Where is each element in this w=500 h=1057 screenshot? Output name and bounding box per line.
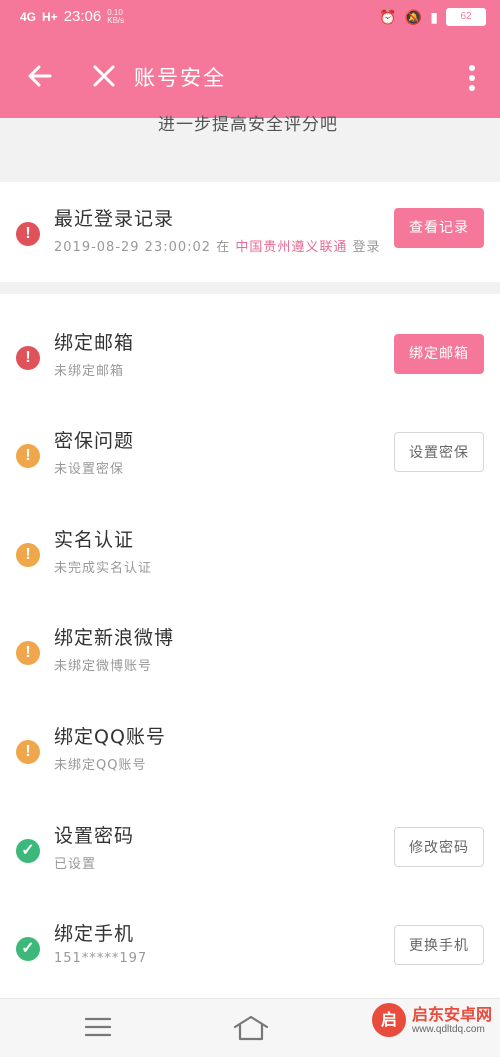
status-time: 23:06	[63, 8, 102, 25]
security-tip: 进一步提高安全评分吧	[158, 115, 338, 135]
back-arrow-icon[interactable]	[24, 60, 56, 92]
list-item-weibo[interactable]: ! 绑定新浪微博 未绑定微博账号	[0, 599, 500, 697]
list-item-security-question: ! 密保问题 未设置密保 设置密保	[0, 402, 500, 500]
list-item-email: ! 绑定邮箱 未绑定邮箱 绑定邮箱	[0, 304, 500, 402]
item-title: 绑定手机	[54, 923, 135, 945]
security-items-card: ! 绑定邮箱 未绑定邮箱 绑定邮箱 ! 密保问题 未设置密保 设置密保 ! 实名…	[0, 294, 500, 998]
mute-icon: 🔕	[404, 8, 423, 25]
view-records-button[interactable]: 查看记录	[394, 208, 484, 248]
item-subtitle: 未设置密保	[54, 462, 125, 477]
watermark-name: 启东安卓网	[411, 1004, 492, 1024]
menu-icon[interactable]	[84, 1015, 112, 1039]
item-title: 实名认证	[54, 529, 135, 551]
change-phone-button[interactable]: 更换手机	[394, 925, 484, 965]
tip-area: 进一步提高安全评分吧	[0, 115, 500, 182]
list-item-password: ✓ 设置密码 已设置 修改密码	[0, 797, 500, 895]
app-toolbar: 账号安全	[0, 38, 500, 118]
network-speed: 0.10 KB/s	[107, 7, 125, 25]
bind-email-button[interactable]: 绑定邮箱	[394, 334, 484, 374]
home-icon[interactable]	[232, 1013, 270, 1043]
caution-icon: !	[16, 444, 40, 468]
item-subtitle: 未绑定微博账号	[54, 659, 153, 674]
item-subtitle: 已设置	[54, 857, 97, 872]
caution-icon: !	[16, 543, 40, 567]
item-title: 绑定新浪微博	[54, 627, 175, 649]
login-record-card: ! 最近登录记录 2019-08-29 23:00:02 在 中国贵州遵义联通 …	[0, 182, 500, 282]
set-security-question-button[interactable]: 设置密保	[394, 432, 484, 472]
check-icon: ✓	[16, 937, 40, 961]
item-title: 设置密码	[54, 825, 135, 847]
status-left: 4G H+ 23:06 0.10 KB/s	[20, 8, 124, 25]
change-password-button[interactable]: 修改密码	[394, 827, 484, 867]
warning-icon: !	[16, 222, 40, 246]
watermark-logo-icon: 启	[371, 1003, 406, 1037]
watermark-url: www.qdltdq.com	[411, 1023, 485, 1035]
status-right: ⏰ 🔕 ▮ 62	[379, 8, 486, 26]
battery-indicator: 62	[446, 8, 486, 26]
login-location: 中国贵州遵义联通	[235, 240, 348, 255]
signal-icon: ▮	[430, 8, 438, 25]
item-subtitle: 未绑定邮箱	[54, 364, 125, 379]
check-icon: ✓	[16, 839, 40, 863]
signal-hplus: H+	[42, 9, 58, 24]
list-item-phone: ✓ 绑定手机 151*****197 更换手机	[0, 895, 500, 993]
watermark: 启 启东安卓网 www.qdltdq.com	[371, 1003, 492, 1037]
signal-4g: 4G	[20, 9, 37, 24]
item-subtitle: 151*****197	[54, 951, 148, 966]
status-bar: 4G H+ 23:06 0.10 KB/s ⏰ 🔕 ▮ 62	[0, 0, 500, 38]
alarm-icon: ⏰	[379, 8, 397, 25]
page-title: 账号安全	[134, 66, 226, 90]
login-record-title: 最近登录记录	[54, 208, 175, 230]
item-title: 绑定邮箱	[54, 332, 135, 354]
item-title: 绑定QQ账号	[54, 726, 166, 748]
login-record-row: ! 最近登录记录 2019-08-29 23:00:02 在 中国贵州遵义联通 …	[0, 182, 500, 282]
list-item-qq[interactable]: ! 绑定QQ账号 未绑定QQ账号	[0, 698, 500, 796]
item-subtitle: 未绑定QQ账号	[54, 758, 147, 773]
item-subtitle: 未完成实名认证	[54, 561, 153, 576]
login-record-detail: 2019-08-29 23:00:02 在 中国贵州遵义联通 登录	[54, 240, 381, 255]
caution-icon: !	[16, 740, 40, 764]
list-item-real-name[interactable]: ! 实名认证 未完成实名认证	[0, 501, 500, 599]
warning-icon: !	[16, 346, 40, 370]
caution-icon: !	[16, 641, 40, 665]
item-title: 密保问题	[54, 430, 135, 452]
close-icon[interactable]	[88, 60, 120, 92]
more-options-icon[interactable]	[462, 62, 482, 94]
system-nav-bar: 启 启东安卓网 www.qdltdq.com	[0, 998, 500, 1057]
